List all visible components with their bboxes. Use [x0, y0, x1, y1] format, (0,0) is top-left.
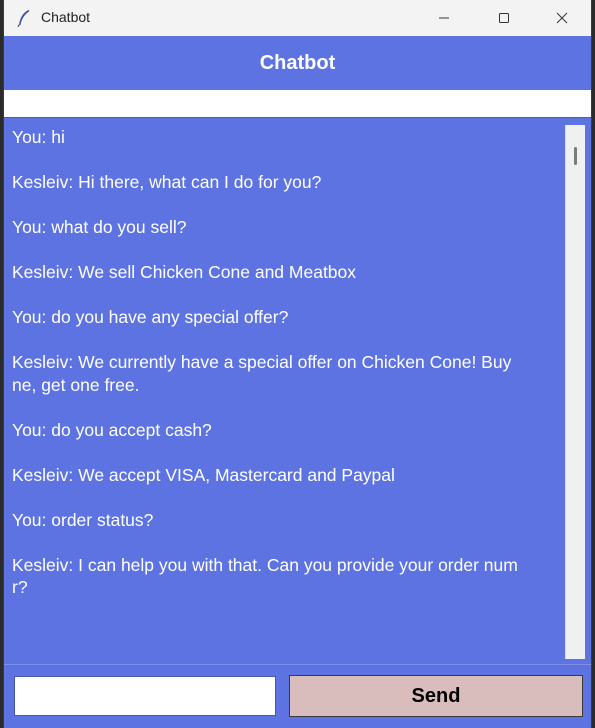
minimize-icon [439, 17, 449, 19]
chat-header: Chatbot [4, 36, 591, 90]
header-divider [4, 90, 591, 117]
input-bar: Send [4, 664, 591, 728]
close-button[interactable] [539, 0, 585, 36]
maximize-icon [499, 13, 509, 23]
chat-log[interactable]: You: hi Kesleiv: Hi there, what can I do… [4, 117, 591, 664]
scroll-thumb[interactable] [574, 147, 577, 165]
title-bar[interactable]: Chatbot [4, 0, 591, 36]
message-input[interactable] [14, 676, 276, 716]
feather-icon [17, 10, 30, 27]
send-button[interactable]: Send [289, 675, 583, 717]
maximize-button[interactable] [481, 0, 527, 36]
chat-scrollbar[interactable] [565, 125, 585, 659]
header-title: Chatbot [259, 51, 336, 74]
minimize-button[interactable] [421, 0, 467, 36]
window-title: Chatbot [41, 9, 91, 25]
chat-transcript: You: hi Kesleiv: Hi there, what can I do… [12, 127, 518, 597]
close-icon [556, 12, 568, 24]
chatbot-window: Chatbot Chatbot You: hi Kesleiv: Hi ther… [4, 0, 591, 728]
